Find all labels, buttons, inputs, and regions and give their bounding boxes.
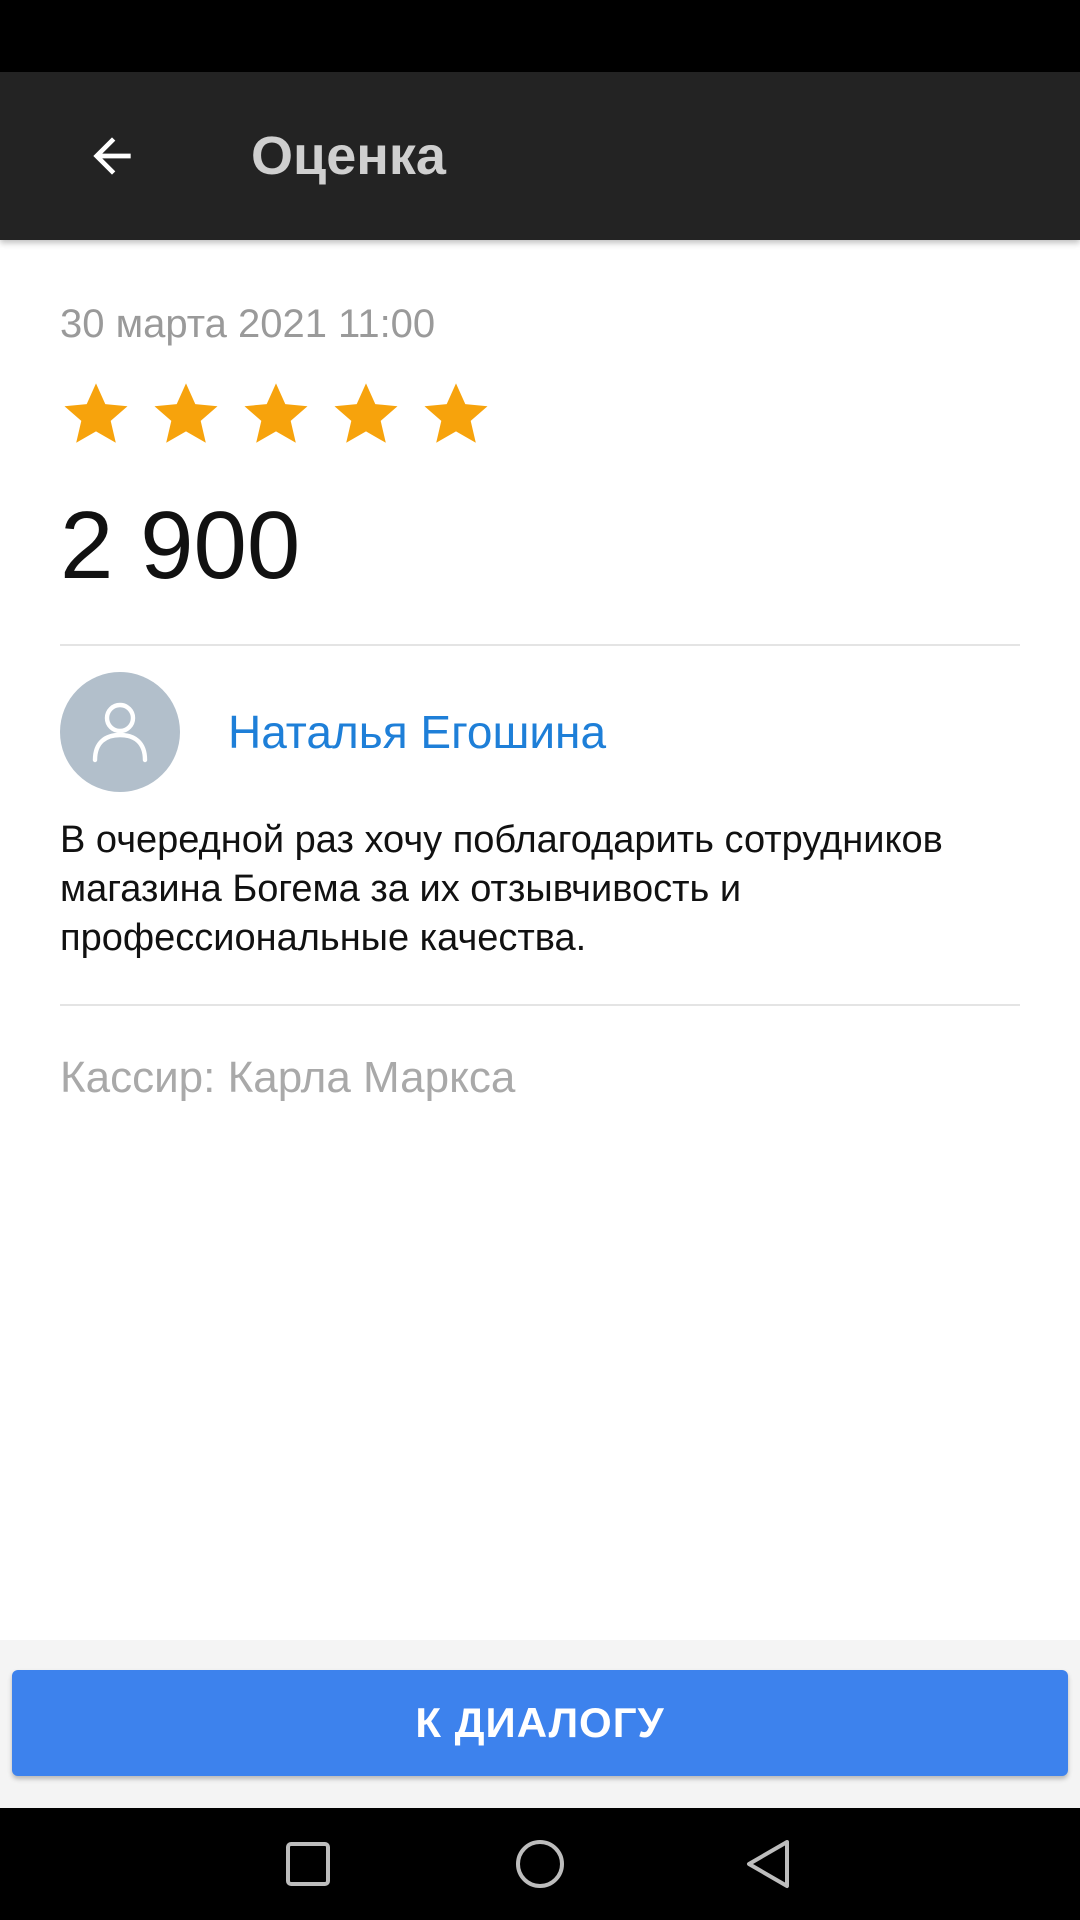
author-row: Наталья Егошина xyxy=(60,672,1020,792)
review-text: В очередной раз хочу поблагодарить сотру… xyxy=(60,819,943,959)
triangle-back-icon xyxy=(747,1840,789,1888)
bottom-action-area: К ДИАЛОГУ xyxy=(0,1640,1080,1808)
author-name-link[interactable]: Наталья Егошина xyxy=(228,704,606,760)
cashier-info: Кассир: Карла Маркса xyxy=(60,1053,516,1102)
divider xyxy=(60,1004,1020,1006)
recents-button[interactable] xyxy=(268,1828,348,1900)
star-icon xyxy=(64,383,128,443)
home-button[interactable] xyxy=(500,1828,580,1900)
rating-stars xyxy=(60,378,492,450)
app-bar: Оценка xyxy=(0,72,1080,240)
square-icon xyxy=(286,1842,330,1886)
system-nav-bar xyxy=(0,1808,1080,1920)
review-date: 30 марта 2021 11:00 xyxy=(60,302,436,346)
to-dialog-button[interactable]: К ДИАЛОГУ xyxy=(12,1670,1068,1776)
status-bar xyxy=(0,0,1080,72)
star-icon xyxy=(424,383,488,443)
avatar xyxy=(60,672,180,792)
back-button[interactable] xyxy=(60,108,164,204)
person-icon xyxy=(92,702,148,763)
arrow-back-icon xyxy=(93,137,131,175)
star-icon xyxy=(154,383,218,443)
system-back-button[interactable] xyxy=(728,1828,808,1900)
purchase-amount: 2 900 xyxy=(60,492,301,599)
circle-icon xyxy=(516,1840,564,1888)
divider xyxy=(60,644,1020,646)
star-icon xyxy=(334,383,398,443)
page-title: Оценка xyxy=(251,126,446,186)
star-icon xyxy=(244,383,308,443)
